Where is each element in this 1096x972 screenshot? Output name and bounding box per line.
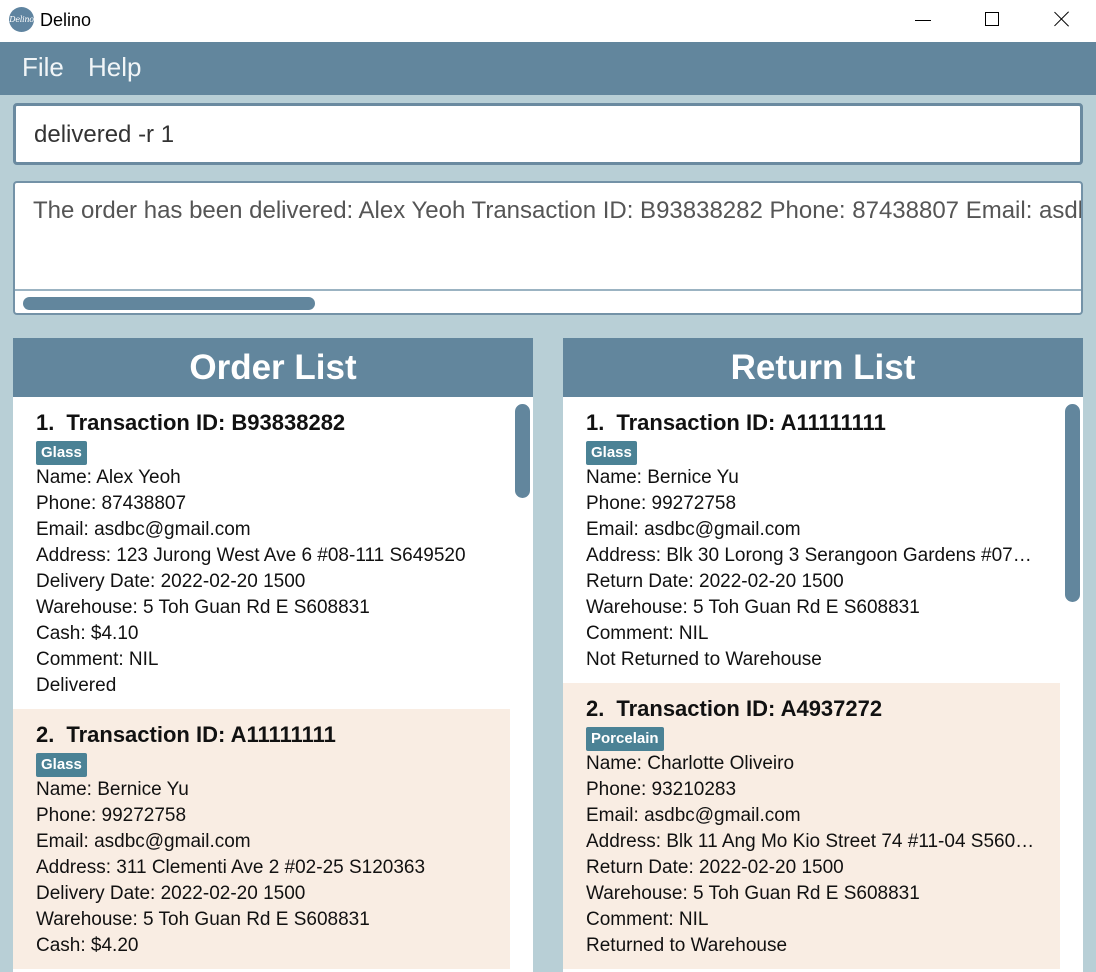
close-icon [1054,11,1070,27]
order-cash: Cash: $4.20 [36,935,139,956]
return-status: Not Returned to Warehouse [586,649,822,670]
order-name: Name: Alex Yeoh [36,467,181,488]
order-comment: Comment: NIL [36,649,159,670]
return-card-title: 2. Transaction ID: A4937272 [586,695,1037,723]
app-logo-icon: Delino [9,7,34,32]
return-email: Email: asdbc@gmail.com [586,805,801,826]
close-button[interactable] [1027,0,1096,42]
return-phone: Phone: 93210283 [586,779,737,800]
order-status: Delivered [36,675,117,696]
order-list-scrollbar[interactable] [515,404,530,498]
return-phone: Phone: 99272758 [586,493,737,514]
order-tag: Glass [36,441,87,465]
return-name: Name: Charlotte Oliveiro [586,753,795,774]
return-name: Name: Bernice Yu [586,467,739,488]
menu-bar: File Help [0,42,1096,95]
return-list-title: Return List [563,338,1083,397]
command-input[interactable] [34,120,1054,150]
order-name: Name: Bernice Yu [36,779,189,800]
return-card[interactable]: 2. Transaction ID: A4937272 Porcelain Nam… [563,683,1060,969]
return-transaction-id: Transaction ID: A4937272 [616,696,883,721]
result-text: The order has been delivered: Alex Yeoh … [33,197,1081,224]
return-comment: Comment: NIL [586,623,709,644]
return-comment: Comment: NIL [586,909,709,930]
order-card-title: 2. Transaction ID: A11111111 [36,721,487,749]
order-address: Address: 311 Clementi Ave 2 #02-25 S1203… [36,857,426,878]
order-email: Email: asdbc@gmail.com [36,519,251,540]
order-list: 1. Transaction ID: B93838282 Glass Name: … [13,397,533,972]
order-index: 2. [36,722,55,747]
result-divider [15,289,1081,291]
order-email: Email: asdbc@gmail.com [36,831,251,852]
order-index: 1. [36,410,55,435]
order-list-title: Order List [13,338,533,397]
minimize-icon [915,20,931,21]
title-bar: Delino Delino [0,0,1096,42]
return-address: Address: Blk 30 Lorong 3 Serangoon Garde… [586,545,1037,566]
result-horizontal-scrollbar[interactable] [23,297,315,310]
return-list: 1. Transaction ID: A11111111 Glass Name: … [563,397,1083,972]
order-list-panel: Order List 1. Transaction ID: B93838282 G… [13,338,533,972]
order-warehouse: Warehouse: 5 Toh Guan Rd E S608831 [36,909,370,930]
menu-file[interactable]: File [22,52,64,83]
return-warehouse: Warehouse: 5 Toh Guan Rd E S608831 [586,883,920,904]
return-email: Email: asdbc@gmail.com [586,519,801,540]
menu-help[interactable]: Help [88,52,141,83]
return-date: Return Date: 2022-02-20 1500 [586,571,844,592]
return-card-title: 1. Transaction ID: A11111111 [586,409,1037,437]
return-date: Return Date: 2022-02-20 1500 [586,857,844,878]
return-index: 2. [586,696,605,721]
result-display: The order has been delivered: Alex Yeoh … [13,181,1083,315]
return-card[interactable]: 1. Transaction ID: A11111111 Glass Name: … [563,397,1060,683]
return-index: 1. [586,410,605,435]
window-title: Delino [40,10,92,30]
order-warehouse: Warehouse: 5 Toh Guan Rd E S608831 [36,597,370,618]
minimize-button[interactable] [888,0,958,42]
return-list-scrollbar[interactable] [1065,404,1080,602]
order-cash: Cash: $4.10 [36,623,139,644]
order-phone: Phone: 87438807 [36,493,187,514]
order-card[interactable]: 2. Transaction ID: A11111111 Glass Name: … [13,709,510,969]
return-status: Returned to Warehouse [586,935,788,956]
return-tag: Glass [586,441,637,465]
maximize-icon [985,12,999,26]
return-transaction-id: Transaction ID: A11111111 [616,410,886,435]
return-warehouse: Warehouse: 5 Toh Guan Rd E S608831 [586,597,920,618]
return-address: Address: Blk 11 Ang Mo Kio Street 74 #11… [586,831,1037,852]
order-delivery-date: Delivery Date: 2022-02-20 1500 [36,571,306,592]
maximize-button[interactable] [957,0,1027,42]
order-delivery-date: Delivery Date: 2022-02-20 1500 [36,883,306,904]
return-tag: Porcelain [586,727,664,751]
order-address: Address: 123 Jurong West Ave 6 #08-111 S… [36,545,466,566]
order-transaction-id: Transaction ID: A11111111 [66,722,336,747]
return-list-panel: Return List 1. Transaction ID: A11111111 … [563,338,1083,972]
command-box [13,103,1083,165]
order-transaction-id: Transaction ID: B93838282 [66,410,346,435]
order-card[interactable]: 1. Transaction ID: B93838282 Glass Name: … [13,397,510,709]
order-tag: Glass [36,753,87,777]
order-card-title: 1. Transaction ID: B93838282 [36,409,487,437]
order-phone: Phone: 99272758 [36,805,187,826]
